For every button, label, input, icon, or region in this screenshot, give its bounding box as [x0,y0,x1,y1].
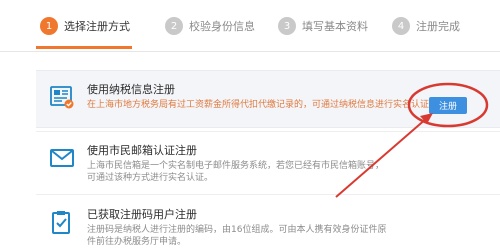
step-fill-info: 3 填写基本资料 [278,14,368,38]
option-description: 在上海市地方税务局有过工资薪金所得代扣代缴记录的，可通过纳税信息进行实名认证。 [87,100,439,110]
option-title: 已获取注册码用户注册 [87,208,197,221]
step-complete: 4 注册完成 [392,14,460,38]
step-number: 2 [165,17,183,35]
step-label: 选择注册方式 [64,20,130,33]
step-verify-identity: 2 校验身份信息 [165,14,255,38]
registration-steps: 1 选择注册方式 2 校验身份信息 3 填写基本资料 4 注册完成 [0,0,500,52]
option-citizen-mail[interactable]: 使用市民邮箱认证注册 上海市民信箱是一个实名制电子邮件服务系统，若您已经有市民信… [36,132,500,190]
step-number: 4 [392,17,410,35]
step-label: 校验身份信息 [189,20,255,33]
step-number: 3 [278,17,296,35]
option-description: 注册码是纳税人进行注册的编码，由16位组成。可由本人携有效身份证件原件前往办税服… [87,225,387,247]
option-title: 使用市民邮箱认证注册 [87,144,197,157]
step-label: 填写基本资料 [302,20,368,33]
step-label: 注册完成 [416,20,460,33]
active-step-indicator [36,46,132,49]
tax-card-icon [50,86,74,109]
option-divider [36,194,500,195]
option-description: 上海市民信箱是一个实名制电子邮件服务系统，若您已经有市民信箱账号，可通过该种方式… [87,161,385,183]
mail-icon [50,149,74,167]
option-registration-code[interactable]: 已获取注册码用户注册 注册码是纳税人进行注册的编码，由16位组成。可由本人携有效… [36,196,500,247]
register-button[interactable]: 注册 [429,97,467,114]
option-title: 使用纳税信息注册 [87,83,175,96]
step-select-method: 1 选择注册方式 [40,14,130,38]
step-number: 1 [40,17,58,35]
clipboard-check-icon [52,211,70,234]
step-divider [0,51,500,52]
